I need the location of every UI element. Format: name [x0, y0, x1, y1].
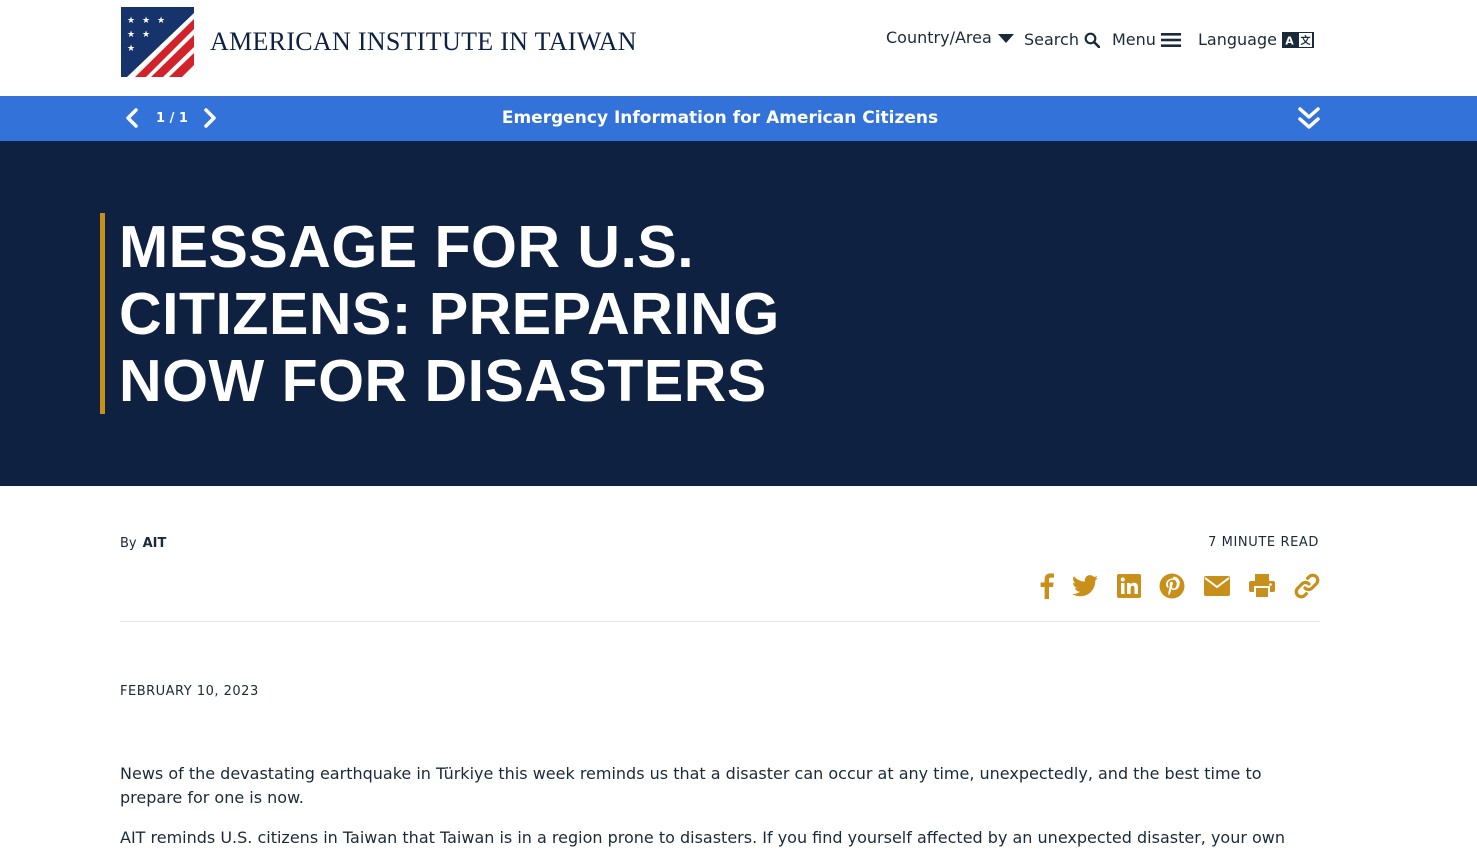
- divider: [120, 621, 1320, 622]
- site-title[interactable]: AMERICAN INSTITUTE IN TAIWAN: [210, 27, 637, 57]
- country-area-dropdown[interactable]: Country/Area: [886, 28, 1015, 47]
- alert-link[interactable]: Emergency Information for American Citiz…: [0, 108, 1440, 128]
- menu-button[interactable]: Menu: [1112, 30, 1181, 49]
- svg-text:★: ★: [142, 30, 150, 40]
- svg-text:★: ★: [142, 16, 150, 26]
- caret-down-icon: [997, 33, 1014, 43]
- article-paragraph: News of the devastating earthquake in Tü…: [120, 764, 1262, 807]
- author-name: AIT: [142, 536, 167, 551]
- svg-text:A: A: [1285, 34, 1294, 47]
- menu-label: Menu: [1112, 30, 1156, 49]
- search-label: Search: [1024, 30, 1079, 49]
- svg-text:★: ★: [157, 16, 165, 26]
- link-icon[interactable]: [1293, 572, 1321, 600]
- print-icon[interactable]: [1248, 572, 1276, 600]
- byline: By AIT: [120, 536, 166, 551]
- publish-date: FEBRUARY 10, 2023: [120, 684, 259, 699]
- linkedin-icon[interactable]: [1115, 572, 1143, 600]
- facebook-icon[interactable]: [1033, 572, 1061, 600]
- read-time: 7 MINUTE READ: [1208, 535, 1319, 550]
- hero-accent-rule: [100, 213, 105, 414]
- svg-text:★: ★: [127, 44, 135, 54]
- double-chevron-down-icon[interactable]: [1297, 105, 1321, 131]
- hero-banner: MESSAGE FOR U.S. CITIZENS: PREPARING NOW…: [0, 141, 1477, 486]
- country-area-label: Country/Area: [886, 28, 992, 47]
- language-icon: A 文: [1281, 31, 1314, 48]
- svg-text:文: 文: [1300, 34, 1311, 47]
- language-label: Language: [1198, 30, 1277, 49]
- svg-text:★: ★: [127, 30, 135, 40]
- page-title: MESSAGE FOR U.S. CITIZENS: PREPARING NOW…: [119, 214, 780, 414]
- twitter-icon[interactable]: [1071, 572, 1099, 600]
- search-button[interactable]: Search: [1024, 30, 1100, 49]
- hamburger-icon: [1160, 32, 1181, 47]
- site-header: ★ ★ ★ ★ ★ ★ AMERICAN INSTITUTE IN TAIWAN Co…: [0, 0, 1477, 96]
- language-button[interactable]: Language A 文: [1198, 30, 1314, 49]
- pinterest-icon[interactable]: [1158, 572, 1186, 600]
- search-icon: [1084, 32, 1100, 48]
- byline-label: By: [120, 536, 137, 551]
- emergency-alert-bar: 1 / 1 Emergency Information for American…: [0, 96, 1477, 141]
- article-paragraph: AIT reminds U.S. citizens in Taiwan that…: [120, 828, 1286, 847]
- ait-logo[interactable]: ★ ★ ★ ★ ★ ★: [121, 7, 194, 77]
- svg-text:★: ★: [127, 16, 135, 26]
- email-icon[interactable]: [1203, 572, 1231, 600]
